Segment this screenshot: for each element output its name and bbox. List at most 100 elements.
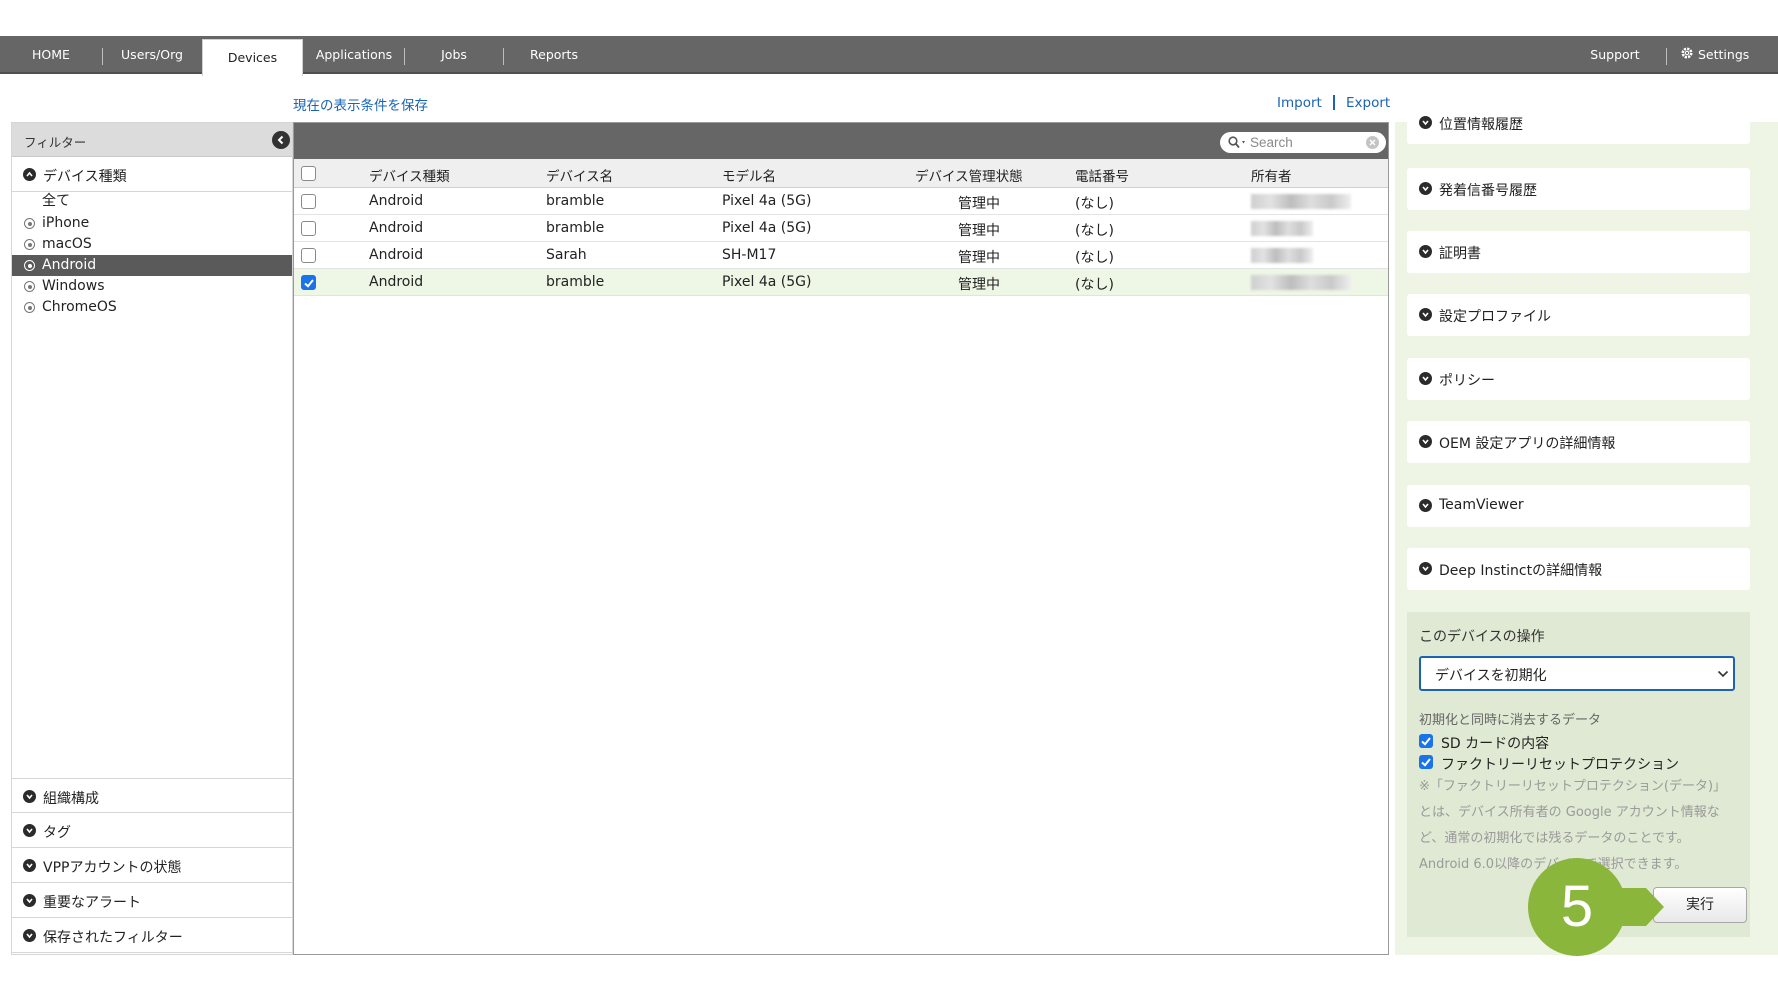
tab-applications[interactable]: Applications xyxy=(308,36,400,74)
table-toolbar xyxy=(294,123,1388,159)
accordion-deep-instinct[interactable]: Deep Instinctの詳細情報 xyxy=(1407,548,1750,590)
os-label: Windows xyxy=(42,278,105,294)
nav-separator xyxy=(1666,48,1667,65)
chevron-down-icon xyxy=(23,929,36,942)
os-item-iphone[interactable]: iPhone xyxy=(12,213,292,234)
tab-users-org[interactable]: Users/Org xyxy=(108,36,196,74)
search-input[interactable] xyxy=(1250,134,1360,151)
accordion-label: Deep Instinctの詳細情報 xyxy=(1439,563,1603,579)
column-header[interactable]: デバイス管理状態 xyxy=(915,165,1023,185)
owner-redacted xyxy=(1251,221,1313,236)
tab-reports[interactable]: Reports xyxy=(518,36,590,74)
accordion-certificates[interactable]: 証明書 xyxy=(1407,231,1750,273)
os-item-macos[interactable]: macOS xyxy=(12,234,292,255)
column-header[interactable]: デバイス種類 xyxy=(369,165,450,185)
chevron-down-icon xyxy=(1419,435,1432,448)
row-checkbox[interactable] xyxy=(301,194,316,209)
select-all-checkbox[interactable] xyxy=(301,166,316,181)
alerts-section[interactable]: 重要なアラート xyxy=(12,883,292,918)
accordion-policies[interactable]: ポリシー xyxy=(1407,358,1750,400)
frp-checkbox[interactable] xyxy=(1419,755,1433,769)
accordion-label: TeamViewer xyxy=(1439,497,1524,513)
device-table-panel: デバイス種類 デバイス名 モデル名 デバイス管理状態 電話番号 所有者 Andr… xyxy=(293,122,1389,955)
accordion-oem-config[interactable]: OEM 設定アプリの詳細情報 xyxy=(1407,421,1750,463)
chevron-down-icon xyxy=(1717,670,1729,678)
sd-card-checkbox[interactable] xyxy=(1419,734,1433,748)
settings-label: Settings xyxy=(1698,47,1750,62)
export-link[interactable]: Export xyxy=(1346,95,1390,111)
cell-status: 管理中 xyxy=(958,196,1000,212)
accordion-label: ポリシー xyxy=(1439,373,1495,389)
tab-home[interactable]: HOME xyxy=(18,36,84,74)
clear-search-icon[interactable] xyxy=(1366,136,1379,149)
operation-select-value: デバイスを初期化 xyxy=(1435,668,1547,684)
tab-devices[interactable]: Devices xyxy=(202,39,303,76)
os-label: 全て xyxy=(42,193,70,209)
cell-model: Pixel 4a (5G) xyxy=(722,193,812,209)
search-box[interactable] xyxy=(1220,132,1386,153)
accordion-call-history[interactable]: 発着信番号履歴 xyxy=(1407,168,1750,210)
column-header[interactable]: 所有者 xyxy=(1251,165,1292,185)
section-label: 組織構成 xyxy=(43,791,99,807)
cell-phone: (なし) xyxy=(1075,250,1114,266)
cell-phone: (なし) xyxy=(1075,196,1114,212)
checkmark-icon xyxy=(304,279,314,288)
cell-device-type: Android xyxy=(369,247,424,263)
execute-button[interactable]: 実行 xyxy=(1653,887,1747,923)
table-row[interactable]: Android bramble Pixel 4a (5G) 管理中 (なし) xyxy=(294,215,1388,242)
checkmark-icon xyxy=(1421,737,1431,746)
radio-icon xyxy=(24,260,35,271)
cell-device-name: bramble xyxy=(546,220,605,236)
os-label: ChromeOS xyxy=(42,299,117,315)
owner-redacted xyxy=(1251,194,1351,209)
os-item-chromeos[interactable]: ChromeOS xyxy=(12,297,292,318)
column-header[interactable]: 電話番号 xyxy=(1075,165,1129,185)
accordion-config-profiles[interactable]: 設定プロファイル xyxy=(1407,294,1750,336)
device-type-section[interactable]: デバイス種類 xyxy=(12,157,292,192)
sd-card-label: SD カードの内容 xyxy=(1441,736,1550,752)
chevron-down-icon xyxy=(1419,562,1432,575)
os-label: macOS xyxy=(42,236,92,252)
radio-icon xyxy=(24,239,35,250)
row-checkbox[interactable] xyxy=(301,248,316,263)
accordion-label: 設定プロファイル xyxy=(1439,309,1551,325)
chevron-down-icon xyxy=(1419,372,1432,385)
column-header[interactable]: モデル名 xyxy=(722,165,776,185)
table-row[interactable]: Android bramble Pixel 4a (5G) 管理中 (なし) xyxy=(294,269,1388,296)
cell-device-name: Sarah xyxy=(546,247,587,263)
cell-model: Pixel 4a (5G) xyxy=(722,274,812,290)
cell-device-type: Android xyxy=(369,193,424,209)
accordion-location-history[interactable]: 位置情報履歴 xyxy=(1407,102,1750,144)
os-item-all[interactable]: 全て xyxy=(12,191,292,212)
section-label: VPPアカウントの状態 xyxy=(43,860,182,876)
os-item-windows[interactable]: Windows xyxy=(12,276,292,297)
cell-device-name: bramble xyxy=(546,274,605,290)
owner-redacted xyxy=(1251,248,1313,263)
cell-model: Pixel 4a (5G) xyxy=(722,220,812,236)
import-link[interactable]: Import xyxy=(1277,95,1322,111)
tab-jobs[interactable]: Jobs xyxy=(420,36,488,74)
frp-label: ファクトリーリセットプロテクション xyxy=(1441,757,1679,773)
table-row[interactable]: Android Sarah SH-M17 管理中 (なし) xyxy=(294,242,1388,269)
filter-title: フィルター xyxy=(24,135,87,150)
settings-link[interactable]: Settings xyxy=(1680,36,1778,74)
collapse-panel-icon[interactable] xyxy=(272,131,290,149)
os-item-android[interactable]: Android xyxy=(12,255,292,276)
chevron-down-icon xyxy=(23,790,36,803)
tag-section[interactable]: タグ xyxy=(12,813,292,848)
vpp-section[interactable]: VPPアカウントの状態 xyxy=(12,848,292,883)
operation-select[interactable]: デバイスを初期化 xyxy=(1419,656,1735,691)
org-section[interactable]: 組織構成 xyxy=(12,778,292,813)
row-checkbox[interactable] xyxy=(301,275,316,290)
table-header: デバイス種類 デバイス名 モデル名 デバイス管理状態 電話番号 所有者 xyxy=(294,159,1388,188)
chevron-down-icon xyxy=(1419,116,1432,129)
column-header[interactable]: デバイス名 xyxy=(546,165,613,185)
support-link[interactable]: Support xyxy=(1580,36,1650,74)
subheader-separator xyxy=(1333,95,1335,110)
saved-filters-section[interactable]: 保存されたフィルター xyxy=(12,918,292,953)
row-checkbox[interactable] xyxy=(301,221,316,236)
accordion-teamviewer[interactable]: TeamViewer xyxy=(1407,485,1750,527)
save-view-link[interactable]: 現在の表示条件を保存 xyxy=(293,94,428,114)
table-row[interactable]: Android bramble Pixel 4a (5G) 管理中 (なし) xyxy=(294,188,1388,215)
step-number-badge: 5 xyxy=(1528,858,1626,956)
